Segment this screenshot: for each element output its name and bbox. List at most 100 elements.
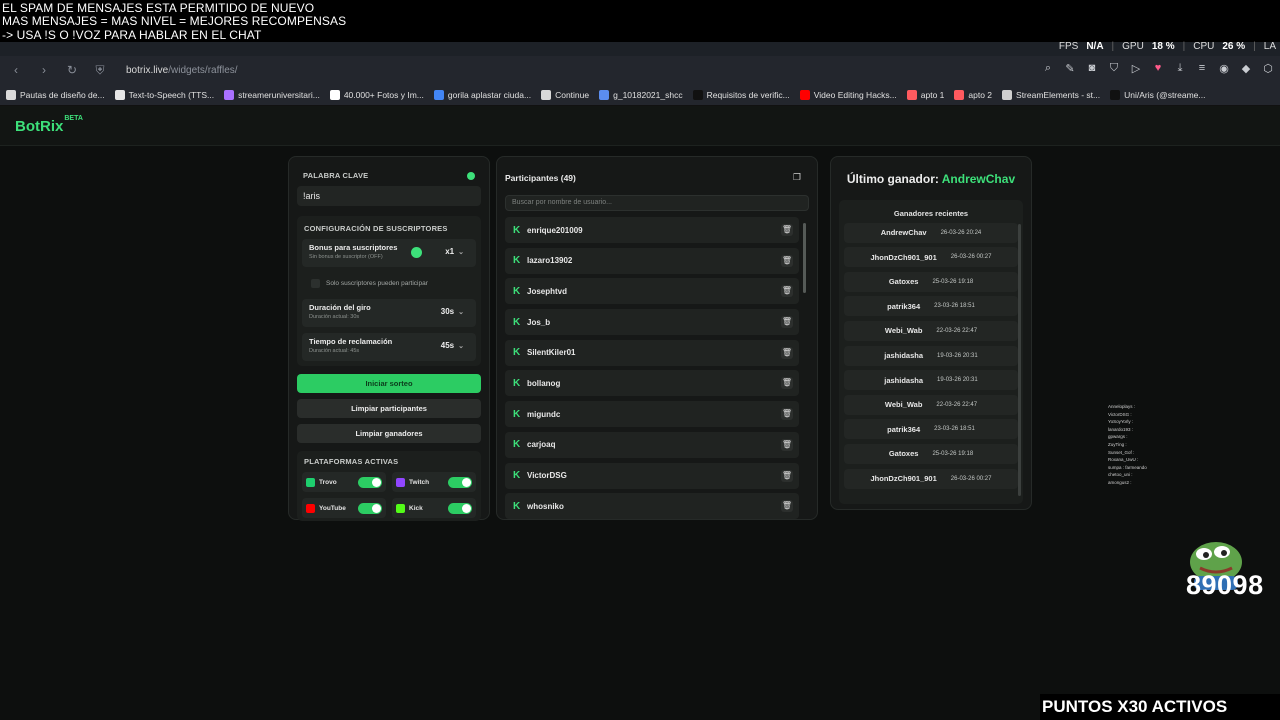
shield-icon[interactable]: ⛉ — [1108, 62, 1120, 75]
camera-icon[interactable]: ◙ — [1086, 62, 1098, 75]
bookmark-label: gorila aplastar ciuda... — [447, 89, 532, 100]
trash-icon[interactable]: 🗑 — [781, 469, 793, 482]
trash-icon[interactable]: 🗑 — [781, 500, 793, 513]
url-path: /widgets/raffles/ — [168, 64, 238, 76]
platform-toggle[interactable] — [448, 477, 472, 488]
trash-icon[interactable]: 🗑 — [781, 377, 793, 390]
perf-extra: LA — [1263, 40, 1276, 52]
bookmark-item[interactable]: g_10182021_shcc — [599, 89, 683, 100]
bonus-value: x1 — [445, 247, 455, 256]
chat-message: sumpa : farmeando — [1108, 464, 1147, 470]
extension-icons: ⌕ ✎ ◙ ⛉ ▷ ♥ ⤓ ≡ ◉ ◆ ⬡ — [1042, 62, 1274, 75]
address-bar: ‹ › ↻ ⛨ botrix.live/widgets/raffles/ ⌕ ✎… — [0, 56, 1280, 84]
recent-winners-scrollbar[interactable] — [1018, 224, 1021, 496]
youtube-icon — [306, 503, 315, 513]
wallet-icon[interactable]: ◆ — [1240, 62, 1252, 75]
platform-trovo: Trovo — [302, 472, 386, 492]
recent-winner-row: jashidasha 19-03-26 20:31 — [844, 345, 1018, 366]
claim-select[interactable]: 45s ⌄ — [441, 341, 464, 350]
bookmark-item[interactable]: Continue — [541, 89, 589, 100]
reload-icon[interactable]: ↻ — [64, 63, 80, 77]
platform-twitch: Twitch — [392, 472, 476, 492]
bookmark-item[interactable]: StreamElements - st... — [1002, 89, 1100, 100]
participants-title: Participantes (49) — [505, 172, 576, 183]
bookmark-favicon-icon — [6, 89, 16, 100]
only-subs-checkbox[interactable] — [311, 278, 320, 288]
bookmark-item[interactable]: streameruniversitari... — [224, 89, 320, 100]
bookmark-item[interactable]: 40.000+ Fotos y Im... — [329, 89, 424, 100]
participant-row: Kmigundc 🗑 — [505, 401, 799, 428]
download-icon[interactable]: ⤓ — [1174, 62, 1186, 75]
performance-overlay: FPS N/A | GPU 18 % | CPU 26 % | LA — [1058, 40, 1276, 52]
trash-icon[interactable]: 🗑 — [781, 224, 793, 236]
bookmark-favicon-icon — [692, 89, 703, 100]
trash-icon[interactable]: 🗑 — [781, 346, 793, 359]
keyword-info-icon[interactable] — [467, 171, 475, 180]
participant-row: Kenrique201009 🗑 — [505, 217, 799, 243]
bookmark-item[interactable]: Text-to-Speech (TTS... — [114, 89, 214, 100]
search-icon[interactable]: ⌕ — [1042, 62, 1054, 75]
winner-date: 22-03-26 22:47 — [936, 327, 978, 334]
participant-name: migundc — [527, 409, 561, 419]
only-subs-row[interactable]: Solo suscriptores pueden participar — [302, 273, 476, 293]
recent-winner-row: JhonDzCh901_901 26-03-26 00:27 — [844, 468, 1018, 489]
botrix-logo[interactable]: BotRixBETA — [15, 115, 83, 135]
bookmark-favicon-icon — [906, 89, 917, 100]
duration-select[interactable]: 30s ⌄ — [441, 307, 464, 316]
participant-name: carjoaq — [527, 440, 556, 450]
trash-icon[interactable]: 🗑 — [781, 254, 793, 267]
bookmark-item[interactable]: apto 1 — [906, 89, 944, 100]
bookmark-label: Requisitos de verific... — [706, 89, 790, 100]
trash-icon[interactable]: 🗑 — [781, 285, 793, 298]
participant-row: K SilentKiler01 🗑 — [505, 339, 799, 366]
winner-name: patrik364 — [887, 301, 921, 311]
platform-toggle[interactable] — [358, 503, 382, 514]
platforms-grid: Trovo Twitch YouTube Kick — [302, 472, 476, 518]
bookmark-label: Pautas de diseño de... — [20, 89, 105, 100]
forward-icon[interactable]: › — [36, 63, 52, 77]
participants-scrollbar[interactable] — [803, 217, 807, 517]
platform-toggle[interactable] — [448, 503, 472, 514]
winner-date: 23-03-26 18:51 — [934, 303, 975, 310]
trash-icon[interactable]: 🗑 — [781, 408, 793, 421]
url-field[interactable]: botrix.live/widgets/raffles/ — [126, 65, 238, 76]
edit-icon[interactable]: ✎ — [1064, 62, 1076, 75]
cube-icon[interactable]: ⬡ — [1262, 62, 1274, 75]
heart-icon[interactable]: ♥ — [1152, 62, 1164, 75]
kick-icon: K — [513, 470, 521, 481]
bookmark-item[interactable]: Pautas de diseño de... — [6, 89, 105, 100]
kick-icon: K — [513, 255, 521, 267]
profile-icon[interactable]: ◉ — [1218, 62, 1230, 75]
keyword-input[interactable]: !aris — [297, 186, 481, 206]
back-icon[interactable]: ‹ — [8, 63, 24, 77]
bookmark-item[interactable]: Uni/Aris (@streame... — [1110, 89, 1206, 100]
chat-message: Roxana_UwU : — [1108, 457, 1139, 463]
recent-winner-row: Gatoxes 25-03-26 19:18 — [844, 271, 1018, 292]
clear-winners-button[interactable]: Limpiar ganadores — [297, 424, 481, 443]
participant-row: K VictorDSG 🗑 — [505, 462, 799, 489]
participants-panel: Participantes (49) ❐ Buscar por nombre d… — [496, 156, 818, 520]
site-info-icon[interactable]: ⛨ — [92, 63, 108, 78]
subscriber-config-label: CONFIGURACIÓN DE SUSCRIPTORES — [304, 224, 448, 233]
menu-icon[interactable]: ≡ — [1196, 62, 1208, 75]
platform-toggle[interactable] — [358, 477, 382, 488]
participant-name: lazaro13902 — [527, 256, 573, 266]
clear-participants-button[interactable]: Limpiar participantes — [297, 399, 481, 418]
copy-icon[interactable]: ❐ — [793, 172, 801, 183]
bonus-info-icon[interactable] — [411, 247, 422, 258]
logo-text: BotRix — [15, 118, 64, 135]
bonus-select[interactable]: x1 ⌄ — [445, 247, 464, 256]
chevron-down-icon: ⌄ — [458, 343, 464, 350]
bookmark-item[interactable]: gorila aplastar ciuda... — [433, 89, 532, 100]
participant-search-input[interactable]: Buscar por nombre de usuario... — [505, 195, 809, 211]
bookmark-item[interactable]: apto 2 — [954, 89, 992, 100]
play-icon[interactable]: ▷ — [1130, 62, 1142, 75]
trash-icon[interactable]: 🗑 — [781, 316, 793, 329]
bookmark-item[interactable]: Video Editing Hacks... — [799, 89, 897, 100]
bookmark-item[interactable]: Requisitos de verific... — [692, 89, 790, 100]
winners-panel: Último ganador: AndrewChav Ganadores rec… — [830, 156, 1032, 510]
url-host: botrix.live — [126, 64, 169, 76]
trash-icon[interactable]: 🗑 — [781, 438, 793, 451]
start-raffle-button[interactable]: Iniciar sorteo — [297, 374, 481, 393]
keyword-label: PALABRA CLAVE — [303, 171, 369, 180]
